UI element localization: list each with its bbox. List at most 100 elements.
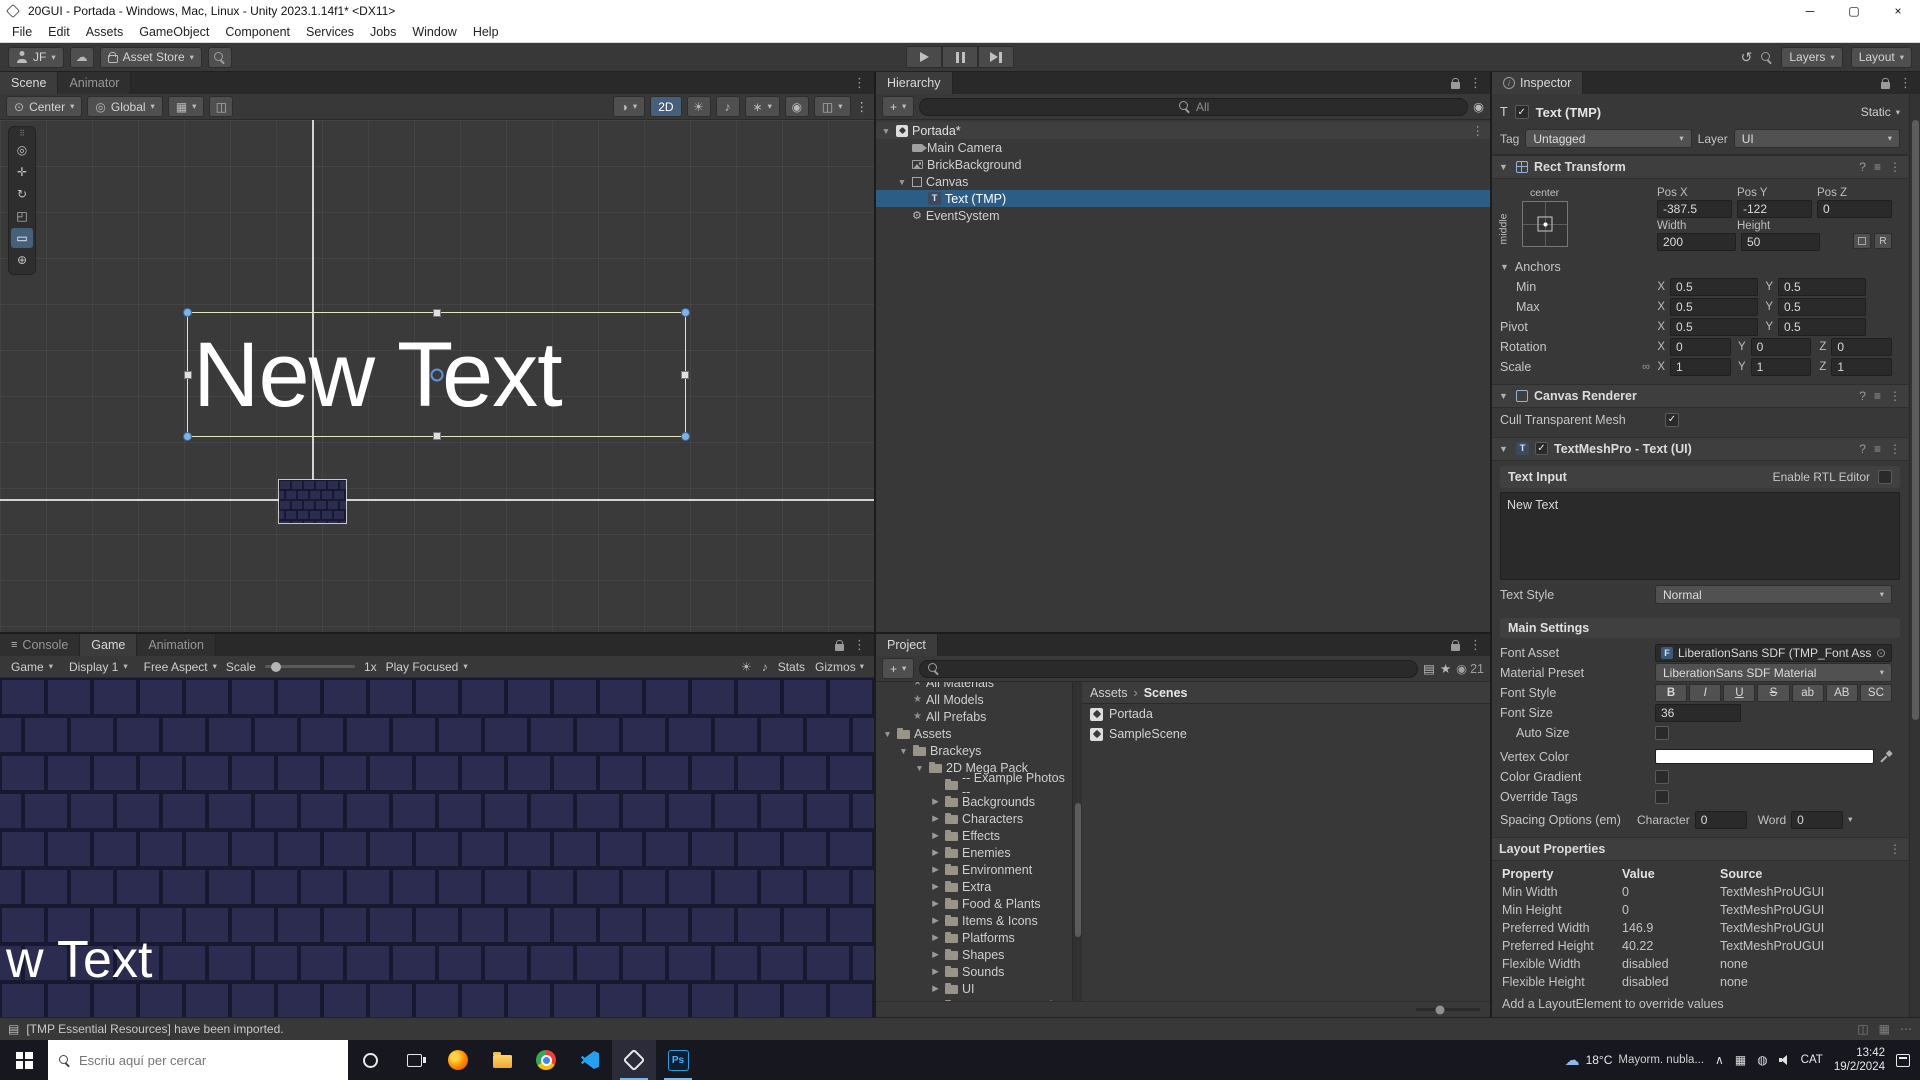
pos-z-field[interactable]: 0: [1817, 200, 1892, 218]
font-size-field[interactable]: 36: [1655, 704, 1741, 722]
rotation-x-field[interactable]: 0: [1670, 338, 1731, 356]
hierarchy-item-brickbackground[interactable]: BrickBackground: [876, 156, 1490, 173]
material-preset-dropdown[interactable]: LiberationSans SDF Material ▾: [1655, 663, 1892, 682]
text-style-dropdown[interactable]: Normal ▾: [1655, 585, 1892, 604]
tab-animator[interactable]: Animator: [58, 72, 131, 94]
progress-status-icon[interactable]: ⋯: [1900, 1022, 1912, 1036]
edge-handle[interactable]: [433, 432, 441, 440]
menu-jobs[interactable]: Jobs: [362, 22, 404, 42]
light-toggle-icon[interactable]: ☀: [741, 660, 752, 674]
panel-menu-icon[interactable]: ⋮: [1899, 75, 1912, 91]
scale-y-field[interactable]: 1: [1751, 358, 1812, 376]
folder-characters[interactable]: ▶Characters: [876, 810, 1072, 827]
menu-gameobject[interactable]: GameObject: [131, 22, 217, 42]
panel-menu-icon[interactable]: ⋮: [1469, 75, 1482, 91]
play-button[interactable]: [906, 46, 942, 68]
foldout-icon[interactable]: ▼: [1499, 162, 1510, 172]
strikethrough-button[interactable]: S: [1757, 684, 1789, 702]
transform-tool-button[interactable]: ⊕: [11, 250, 33, 270]
scrollbar-thumb[interactable]: [1075, 803, 1081, 937]
presets-icon[interactable]: ≡: [1874, 442, 1881, 456]
minimize-button[interactable]: ─: [1788, 0, 1832, 22]
network-tray-icon[interactable]: ◍: [1757, 1053, 1767, 1067]
display-tray-icon[interactable]: ▦: [1735, 1053, 1746, 1067]
lock-icon[interactable]: [1881, 82, 1890, 89]
eyedropper-icon[interactable]: [1879, 750, 1892, 763]
corner-handle[interactable]: [183, 432, 192, 441]
auto-size-checkbox[interactable]: [1655, 726, 1669, 740]
hierarchy-item-eventsystem[interactable]: ⚙ EventSystem: [876, 207, 1490, 224]
layout-dropdown[interactable]: Layout ▾: [1851, 47, 1912, 68]
project-search-field[interactable]: [919, 660, 1418, 678]
cloud-services-button[interactable]: ☁: [70, 47, 94, 68]
scene-menu-icon[interactable]: ⋮: [1472, 123, 1485, 138]
static-dropdown[interactable]: Static ▾: [1861, 105, 1900, 119]
create-object-button[interactable]: + ▾: [882, 96, 914, 117]
play-focused-dropdown[interactable]: Play Focused▾: [379, 656, 475, 677]
anchor-max-y-field[interactable]: 0.5: [1778, 298, 1866, 316]
text-input-field[interactable]: New Text: [1500, 492, 1900, 580]
hidden-icons-chevron[interactable]: ∧: [1715, 1053, 1724, 1067]
component-menu-icon[interactable]: ⋮: [1889, 442, 1901, 456]
space-mode-dropdown[interactable]: ◎ Global ▾: [87, 96, 162, 117]
hidden-count-badge[interactable]: ◉21: [1456, 661, 1484, 676]
panel-menu-icon[interactable]: ⋮: [853, 637, 866, 653]
status-message[interactable]: [TMP Essential Resources] have been impo…: [26, 1022, 283, 1036]
component-menu-icon[interactable]: ⋮: [1889, 160, 1901, 174]
pivot-mode-dropdown[interactable]: ⊙ Center ▾: [6, 96, 82, 117]
rtl-checkbox[interactable]: [1878, 470, 1892, 484]
folder-extra[interactable]: ▶Extra: [876, 878, 1072, 895]
folder-shapes[interactable]: ▶Shapes: [876, 946, 1072, 963]
project-tree-scrollbar[interactable]: [1072, 682, 1082, 1001]
folder-items-icons[interactable]: ▶Items & Icons: [876, 912, 1072, 929]
game-view-dropdown[interactable]: Game▾: [4, 656, 60, 677]
lock-icon[interactable]: [1451, 644, 1460, 651]
taskbar-search-input[interactable]: [79, 1053, 338, 1068]
scrollbar-thumb[interactable]: [1912, 120, 1919, 720]
folder-sounds[interactable]: ▶Sounds: [876, 963, 1072, 980]
start-button[interactable]: [0, 1040, 48, 1080]
edge-handle[interactable]: [681, 371, 689, 379]
tmp-enabled-checkbox[interactable]: ✓: [1535, 442, 1548, 455]
display-dropdown[interactable]: Display 1▾: [62, 656, 135, 677]
folder-brackeys[interactable]: ▼Brackeys: [876, 742, 1072, 759]
folder-ui[interactable]: ▶UI: [876, 980, 1072, 997]
unity-taskbar-button[interactable]: [612, 1040, 656, 1080]
foldout-icon[interactable]: ▼: [880, 126, 892, 136]
undo-history-icon[interactable]: ↺: [1741, 49, 1753, 66]
close-button[interactable]: ×: [1876, 0, 1920, 22]
clock[interactable]: 13:42 19/2/2024: [1834, 1046, 1885, 1075]
breadcrumb-root[interactable]: Assets: [1090, 686, 1128, 700]
move-tool-button[interactable]: ✛: [11, 162, 33, 182]
main-settings-header[interactable]: Main Settings: [1500, 618, 1900, 638]
scene-visibility-button[interactable]: ◉: [785, 96, 809, 117]
presets-icon[interactable]: ≡: [1874, 160, 1881, 174]
folder-environment[interactable]: ▶Environment: [876, 861, 1072, 878]
tab-project[interactable]: Project: [876, 634, 938, 656]
pos-x-field[interactable]: -387.5: [1657, 200, 1732, 218]
hierarchy-search-field[interactable]: All: [919, 98, 1468, 116]
raw-edit-button[interactable]: R: [1874, 233, 1892, 249]
underline-button[interactable]: U: [1723, 684, 1755, 702]
menu-services[interactable]: Services: [298, 22, 362, 42]
scale-tool-button[interactable]: ◰: [11, 206, 33, 226]
audio-toggle-icon[interactable]: ♪: [762, 660, 768, 674]
scene-text-object[interactable]: New Text: [193, 329, 562, 421]
uppercase-button[interactable]: AB: [1826, 684, 1858, 702]
favorite-all-prefabs[interactable]: ★All Prefabs: [876, 708, 1072, 725]
account-dropdown[interactable]: JF ▾: [8, 47, 64, 68]
shading-mode-dropdown[interactable]: ◑ ▾: [613, 96, 646, 117]
pos-y-field[interactable]: -122: [1737, 200, 1812, 218]
inspector-scrollbar[interactable]: [1909, 94, 1920, 1017]
pivot-x-field[interactable]: 0.5: [1670, 318, 1758, 336]
volume-tray-icon[interactable]: [1779, 1055, 1790, 1065]
anchor-preset-widget[interactable]: center middle: [1500, 187, 1650, 263]
open-asset-icon[interactable]: ▤: [1423, 661, 1435, 676]
slider-thumb[interactable]: [1436, 1005, 1445, 1014]
stats-button[interactable]: Stats: [778, 660, 805, 674]
foldout-icon[interactable]: ▼: [1499, 391, 1510, 401]
active-checkbox[interactable]: ✓: [1515, 105, 1529, 119]
tab-inspector[interactable]: i Inspector: [1492, 72, 1583, 94]
asset-store-button[interactable]: Asset Store ▾: [100, 47, 202, 68]
grid-snap-dropdown[interactable]: ▦ ▾: [168, 96, 205, 117]
